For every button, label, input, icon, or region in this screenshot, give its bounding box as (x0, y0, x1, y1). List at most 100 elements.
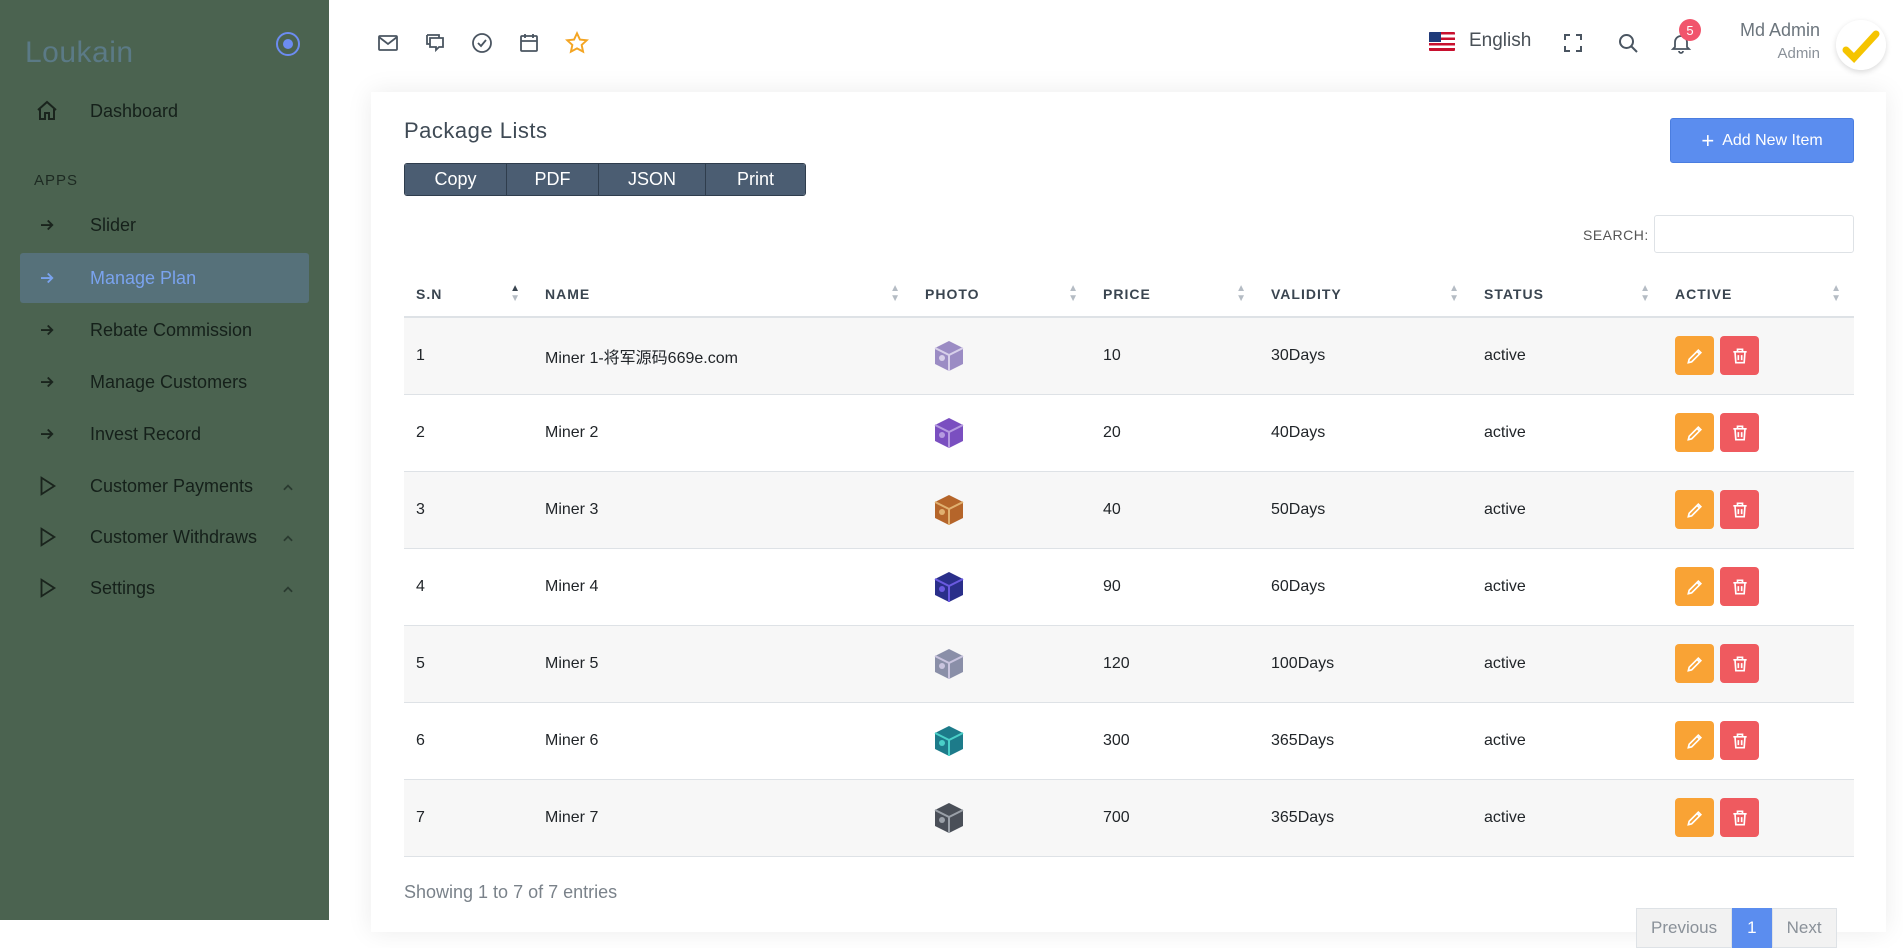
column-header-price[interactable]: PRICE ▲ ▼ (1091, 272, 1259, 318)
edit-button[interactable] (1675, 721, 1714, 760)
calendar-icon[interactable] (516, 30, 542, 56)
cell-name: Miner 3 (533, 471, 913, 549)
sidebar-item-slider[interactable]: Slider (20, 200, 309, 250)
user-name[interactable]: Md Admin (1730, 20, 1820, 41)
sidebar-item-label: Manage Customers (90, 371, 248, 392)
cell-price: 40 (1091, 471, 1259, 549)
fullscreen-icon[interactable] (1560, 30, 1586, 56)
sidebar-item-customer-withdraws[interactable]: Customer Withdraws (20, 512, 309, 562)
brand-logo[interactable]: Loukain (25, 36, 134, 70)
trash-icon (1732, 810, 1747, 825)
delete-button[interactable] (1720, 567, 1759, 606)
column-header-sn[interactable]: S.N ▲ ▼ (404, 272, 533, 318)
user-role: Admin (1777, 45, 1820, 62)
delete-button[interactable] (1720, 644, 1759, 683)
delete-button[interactable] (1720, 413, 1759, 452)
trash-icon (1732, 348, 1747, 364)
pdf-button[interactable]: PDF (507, 164, 599, 195)
cell-sn: 7 (404, 779, 533, 857)
sidebar-item-label: Rebate Commission (90, 319, 253, 340)
delete-button[interactable] (1720, 490, 1759, 529)
table-row: 3 Miner 3 40 50Days active (404, 471, 1854, 549)
sidebar-item-label: Manage Plan (90, 267, 197, 288)
cell-actions (1663, 548, 1854, 626)
previous-page-button[interactable]: Previous (1636, 908, 1733, 948)
arrow-right-icon (34, 317, 60, 343)
column-header-name[interactable]: NAME ▲ ▼ (533, 272, 913, 318)
next-page-button[interactable]: Next (1771, 908, 1837, 948)
language-label: English (1469, 30, 1532, 51)
sidebar-item-invest-record[interactable]: Invest Record (20, 409, 309, 459)
cell-photo (913, 779, 1091, 857)
add-new-item-button[interactable]: + Add New Item (1670, 118, 1854, 163)
cell-sn: 6 (404, 702, 533, 780)
chat-icon[interactable] (422, 30, 448, 56)
search-icon[interactable] (1615, 30, 1641, 56)
cell-status: active (1472, 548, 1663, 626)
pencil-icon (1686, 733, 1702, 749)
print-button[interactable]: Print (706, 164, 805, 195)
delete-button[interactable] (1720, 798, 1759, 837)
cell-name: Miner 1-将军源码669e.com (533, 317, 913, 395)
pencil-icon (1686, 656, 1702, 672)
mail-icon[interactable] (375, 30, 401, 56)
delete-button[interactable] (1720, 721, 1759, 760)
avatar[interactable] (1836, 20, 1886, 70)
cell-price: 700 (1091, 779, 1259, 857)
language-selector[interactable]: English (1429, 30, 1531, 52)
play-icon (34, 473, 60, 499)
edit-button[interactable] (1675, 644, 1714, 683)
cell-sn: 3 (404, 471, 533, 549)
sidebar-item-manage-customers[interactable]: Manage Customers (20, 357, 309, 407)
trash-icon (1732, 425, 1747, 440)
menu-toggle-icon[interactable] (276, 32, 300, 56)
cell-actions (1663, 702, 1854, 780)
sort-icon: ▲ ▼ (510, 283, 521, 304)
miner-photo-icon (925, 332, 973, 380)
search-input[interactable] (1654, 215, 1854, 253)
column-header-status[interactable]: STATUS ▲ ▼ (1472, 272, 1663, 318)
sort-icon: ▲ ▼ (1640, 283, 1651, 304)
pencil-icon (1686, 579, 1702, 595)
entries-info: Showing 1 to 7 of 7 entries (404, 882, 618, 902)
edit-button[interactable] (1675, 413, 1714, 452)
copy-button[interactable]: Copy (405, 164, 507, 195)
sidebar-item-settings[interactable]: Settings (20, 563, 309, 613)
check-circle-icon[interactable] (469, 30, 495, 56)
miner-photo-icon (925, 486, 973, 534)
cell-sn: 2 (404, 394, 533, 472)
cell-actions (1663, 471, 1854, 549)
cell-status: active (1472, 702, 1663, 780)
table-row: 7 Miner 7 700 365Days active (404, 779, 1854, 857)
edit-button[interactable] (1675, 336, 1714, 376)
chevron-up-icon (281, 530, 295, 551)
arrow-right-icon (34, 212, 60, 238)
column-header-active[interactable]: ACTIVE ▲ ▼ (1663, 272, 1854, 318)
edit-button[interactable] (1675, 798, 1714, 837)
trash-icon (1732, 733, 1747, 748)
edit-button[interactable] (1675, 567, 1714, 606)
sidebar-item-manage-plan[interactable]: Manage Plan (20, 253, 309, 303)
arrow-right-icon (34, 421, 60, 447)
search-label: SEARCH: (1583, 227, 1649, 243)
trash-icon (1732, 579, 1747, 594)
cell-photo (913, 625, 1091, 703)
cell-price: 20 (1091, 394, 1259, 472)
star-icon[interactable] (564, 30, 590, 56)
cell-name: Miner 4 (533, 548, 913, 626)
sidebar-item-rebate-commission[interactable]: Rebate Commission (20, 305, 309, 355)
column-header-validity[interactable]: VALIDITY ▲ ▼ (1259, 272, 1472, 318)
page-1-button[interactable]: 1 (1732, 908, 1772, 948)
table-row: 5 Miner 5 120 100Days active (404, 625, 1854, 703)
pencil-icon (1686, 348, 1702, 364)
sidebar-item-dashboard[interactable]: Dashboard (20, 86, 309, 136)
edit-button[interactable] (1675, 490, 1714, 529)
cell-validity: 50Days (1259, 471, 1472, 549)
trash-icon (1732, 656, 1747, 671)
miner-photo-icon (925, 409, 973, 457)
sidebar-item-customer-payments[interactable]: Customer Payments (20, 461, 309, 511)
cell-photo (913, 317, 1091, 395)
json-button[interactable]: JSON (599, 164, 706, 195)
delete-button[interactable] (1720, 336, 1759, 376)
column-header-photo[interactable]: PHOTO ▲ ▼ (913, 272, 1091, 318)
